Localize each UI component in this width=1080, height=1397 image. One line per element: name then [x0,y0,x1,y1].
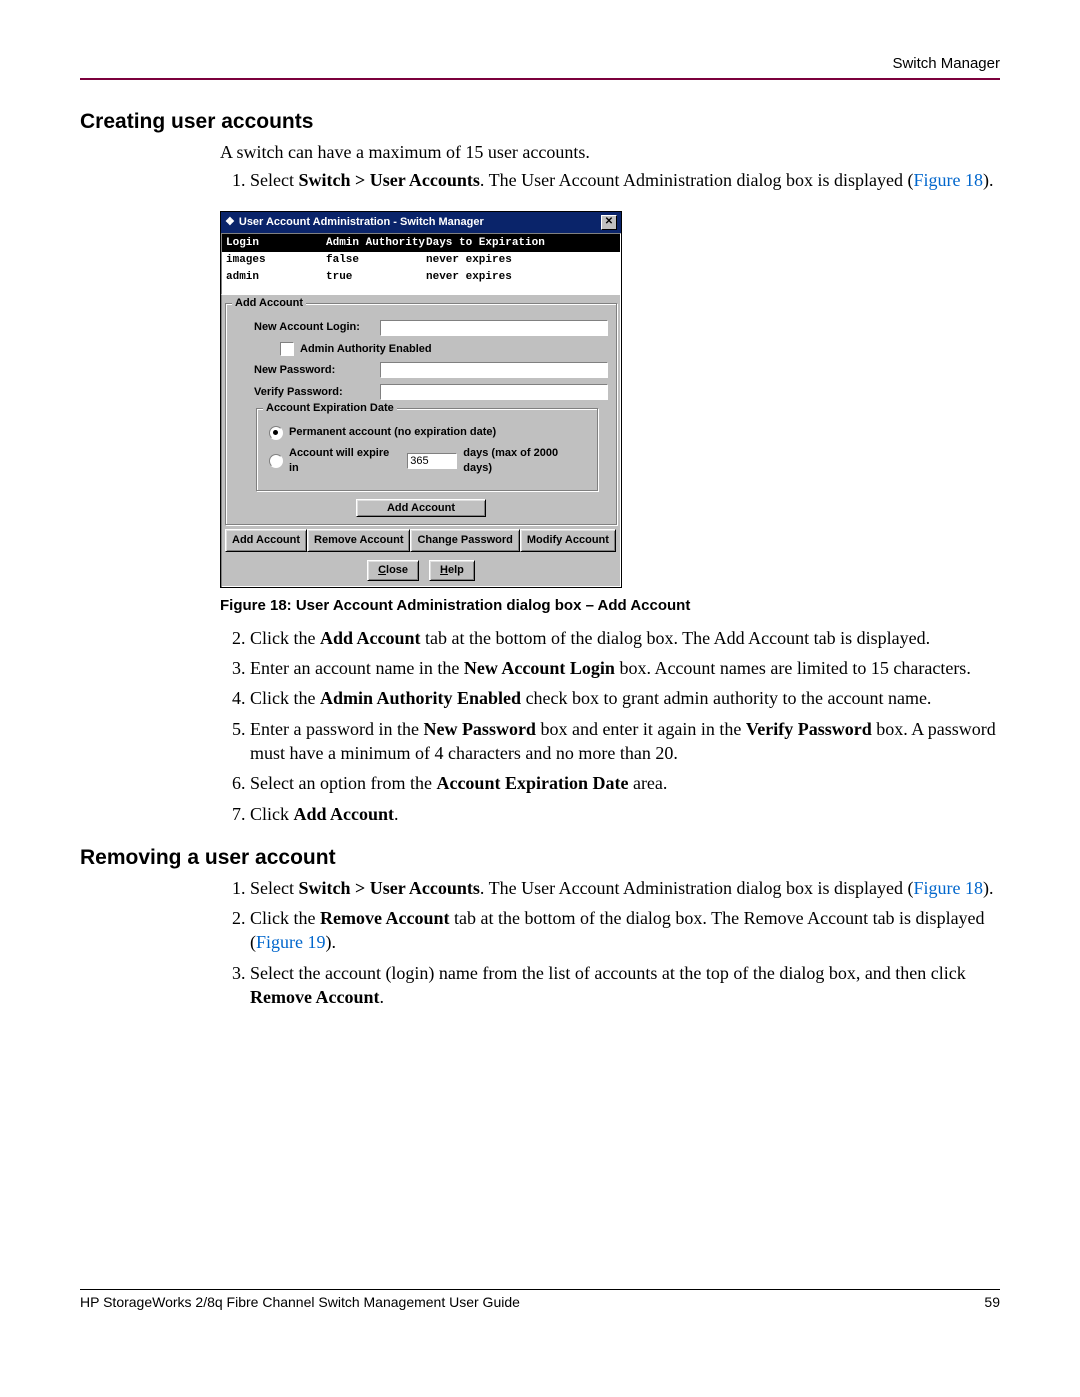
verify-password-input[interactable] [380,384,608,400]
figure-link-18b[interactable]: Figure 18 [914,878,984,898]
col-login: Login [226,236,326,251]
footer-title: HP StorageWorks 2/8q Fibre Channel Switc… [80,1294,520,1310]
step-r2: Click the Remove Account tab at the bott… [250,906,1000,955]
tab-remove-account[interactable]: Remove Account [307,529,410,552]
step-6: Select an option from the Account Expira… [250,771,1000,795]
admin-authority-checkbox[interactable] [280,342,294,356]
new-login-input[interactable] [380,320,608,336]
chapter-label: Switch Manager [80,55,1000,72]
step-2: Click the Add Account tab at the bottom … [250,626,1000,650]
step-4: Click the Admin Authority Enabled check … [250,686,1000,710]
section-title-creating: Creating user accounts [80,110,1000,134]
col-expiration: Days to Expiration [426,236,616,251]
close-button[interactable]: CCloselose [367,560,419,581]
step-5: Enter a password in the New Password box… [250,717,1000,766]
steps-creating-cont: Click the Add Account tab at the bottom … [220,626,1000,826]
tab-add-account[interactable]: Add Account [225,529,307,552]
add-account-group: Add Account New Account Login: Admin Aut… [225,303,617,525]
intro-paragraph: A switch can have a maximum of 15 user a… [220,140,1000,164]
group-label-expiration: Account Expiration Date [263,401,397,416]
page-number: 59 [984,1294,1000,1310]
help-button[interactable]: HHelpelp [429,560,475,581]
user-account-admin-dialog: ❖ User Account Administration - Switch M… [220,211,622,588]
add-account-button[interactable]: Add Account [356,499,486,517]
tab-modify-account[interactable]: Modify Account [520,529,616,552]
steps-creating: Select Switch > User Accounts. The User … [220,168,1000,192]
step-r1: Select Switch > User Accounts. The User … [250,876,1000,900]
new-password-input[interactable] [380,362,608,378]
label-verify-password: Verify Password: [234,385,374,400]
figure-18: ❖ User Account Administration - Switch M… [220,211,1000,588]
step-3: Enter an account name in the New Account… [250,656,1000,680]
label-admin-authority: Admin Authority Enabled [300,342,432,357]
header-rule [80,78,1000,80]
col-admin: Admin Authority [326,236,426,251]
page-footer: HP StorageWorks 2/8q Fibre Channel Switc… [80,1289,1000,1310]
label-expire: Account will expire in [289,446,401,476]
label-permanent: Permanent account (no expiration date) [289,425,496,440]
table-row[interactable]: admin true never expires [222,269,620,286]
table-row[interactable]: images false never expires [222,252,620,269]
radio-permanent[interactable] [269,426,283,440]
radio-expire[interactable] [269,454,283,468]
account-table: Login Admin Authority Days to Expiration… [221,233,621,295]
figure-caption: Figure 18: User Account Administration d… [220,596,1000,616]
close-icon[interactable]: ✕ [601,215,617,230]
tab-change-password[interactable]: Change Password [410,529,519,552]
step-7: Click Add Account. [250,802,1000,826]
figure-link-19[interactable]: Figure 19 [256,932,326,952]
step-r3: Select the account (login) name from the… [250,961,1000,1010]
figure-link-18[interactable]: Figure 18 [914,170,984,190]
group-label-add-account: Add Account [232,296,306,311]
dialog-title: User Account Administration - Switch Man… [239,215,484,230]
app-icon: ❖ [225,215,235,230]
label-new-login: New Account Login: [234,320,374,335]
expire-days-input[interactable] [407,453,457,469]
expiration-group: Account Expiration Date Permanent accoun… [256,408,598,491]
label-new-password: New Password: [234,363,374,378]
tab-bar: Add Account Remove Account Change Passwo… [221,529,621,552]
step-1: Select Switch > User Accounts. The User … [250,168,1000,192]
label-expire-suffix: days (max of 2000 days) [463,446,589,476]
steps-removing: Select Switch > User Accounts. The User … [220,876,1000,1009]
section-title-removing: Removing a user account [80,846,1000,870]
